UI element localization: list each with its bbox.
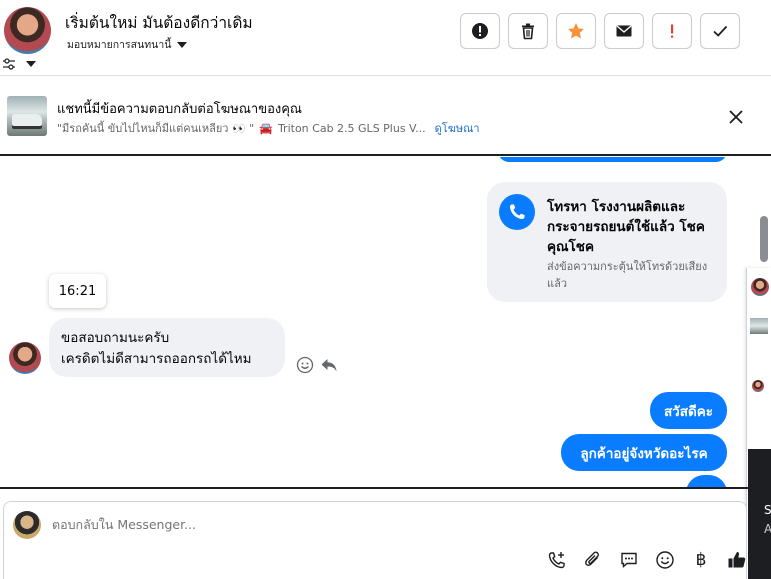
- ad-banner-title: แชทนี้มีข้อความตอบกลับต่อโฆษณาของคุณ: [57, 102, 302, 117]
- call-button[interactable]: [546, 549, 568, 571]
- react-emoji-icon[interactable]: [296, 356, 314, 374]
- incoming-message-line: เครดิตไม่ดีสามารถออกรถได้ไหม: [61, 351, 252, 367]
- call-request-card[interactable]: โทรหา โรงงานผลิตและกระจายรถยนต์ใช้แล้ว โ…: [487, 182, 727, 302]
- phone-plus-icon: [548, 552, 565, 569]
- trash-icon: [522, 23, 534, 40]
- peek-avatar: [751, 278, 769, 296]
- mark-done-button[interactable]: [700, 13, 740, 49]
- car-icon: 🚘: [259, 121, 273, 135]
- assign-label: มอบหมายการสนทนานี้: [67, 39, 172, 51]
- assign-conversation-dropdown[interactable]: มอบหมายการสนทนานี้: [67, 36, 188, 53]
- incoming-message[interactable]: ขอสอบถามนะครับ เครดิตไม่ดีสามารถออกรถได้…: [49, 318, 285, 377]
- chevron-down-icon: [177, 41, 188, 48]
- exclamation-circle-icon: [472, 23, 488, 39]
- peek-letter: S: [764, 503, 771, 517]
- conversation-header: เริ่มต้นใหม่ มันต้องดีกว่าเดิม มอบหมายกา…: [0, 0, 771, 76]
- peek-letter: A: [764, 522, 771, 536]
- message-timestamp: 16:21: [49, 274, 106, 308]
- sender-avatar[interactable]: [9, 342, 41, 374]
- ad-banner-subtitle: "มีรถคันนี้ ขับไปไหนก็มีแต่คนเหลียว 👀 " …: [57, 119, 480, 137]
- call-card-title: โทรหา โรงงานผลิตและกระจายรถยนต์ใช้แล้ว โ…: [547, 199, 705, 255]
- message-thread[interactable]: โทรหา โรงงานผลิตและกระจายรถยนต์ใช้แล้ว โ…: [0, 157, 758, 488]
- thread-scrollbar[interactable]: [760, 216, 768, 262]
- side-panel-peek[interactable]: S A: [746, 268, 771, 579]
- peek-ad-thumbnail: [750, 318, 768, 334]
- outgoing-message[interactable]: ลูกค้าอยู่จังหวัดอะไรค: [561, 434, 727, 471]
- thumbs-up-icon: [728, 552, 746, 568]
- like-button[interactable]: [726, 549, 748, 571]
- page-avatar: [13, 511, 41, 539]
- sliders-icon: [3, 58, 36, 70]
- exclamation-icon: [671, 24, 674, 38]
- follow-up-button[interactable]: [652, 13, 692, 49]
- call-card-subtitle: ส่งข้อความกระตุ้นให้โทรด้วยเสียงแล้ว: [547, 260, 708, 290]
- peek-avatar: [752, 380, 764, 392]
- saved-replies-button[interactable]: [618, 549, 640, 571]
- check-icon: [713, 25, 728, 37]
- attach-button[interactable]: [582, 549, 604, 571]
- ad-reply-banner: แชทนี้มีข้อความตอบกลับต่อโฆษณาของคุณ "มี…: [0, 76, 771, 156]
- divider: [0, 487, 758, 489]
- chat-template-icon: [621, 552, 637, 569]
- contact-avatar[interactable]: [4, 7, 51, 54]
- phone-icon: [499, 194, 535, 230]
- baht-icon: ฿: [695, 550, 707, 570]
- view-ad-link[interactable]: ดูโฆษณา: [435, 119, 480, 137]
- incoming-message-line: ขอสอบถามนะครับ: [61, 330, 170, 346]
- reply-icon[interactable]: [320, 356, 338, 374]
- reply-input[interactable]: [52, 517, 452, 532]
- delete-button[interactable]: [508, 13, 548, 49]
- outgoing-message[interactable]: สวัสดีคะ: [650, 392, 727, 429]
- emoji-icon: [656, 551, 674, 569]
- envelope-icon: [616, 25, 632, 37]
- ad-thumbnail[interactable]: [7, 96, 47, 136]
- payment-button[interactable]: ฿: [690, 549, 712, 571]
- emoji-button[interactable]: [654, 549, 676, 571]
- paperclip-icon: [585, 551, 599, 566]
- mark-unread-button[interactable]: [604, 13, 644, 49]
- peek-dark-card: S A: [748, 449, 771, 579]
- star-icon: [568, 23, 584, 39]
- contact-name[interactable]: เริ่มต้นใหม่ มันต้องดีกว่าเดิม: [65, 10, 253, 35]
- ad-quote: "มีรถคันนี้ ขับไปไหนก็มีแต่คนเหลียว 👀 ": [57, 122, 255, 135]
- star-button[interactable]: [556, 13, 596, 49]
- outgoing-bubble-partial: [498, 157, 727, 162]
- message-actions: [296, 356, 338, 374]
- filter-dropdown[interactable]: [2, 56, 36, 70]
- ad-model: Triton Cab 2.5 GLS Plus V...: [277, 121, 426, 135]
- close-icon[interactable]: [726, 107, 746, 127]
- reply-composer: ฿: [3, 501, 747, 579]
- mark-spam-button[interactable]: [460, 13, 500, 49]
